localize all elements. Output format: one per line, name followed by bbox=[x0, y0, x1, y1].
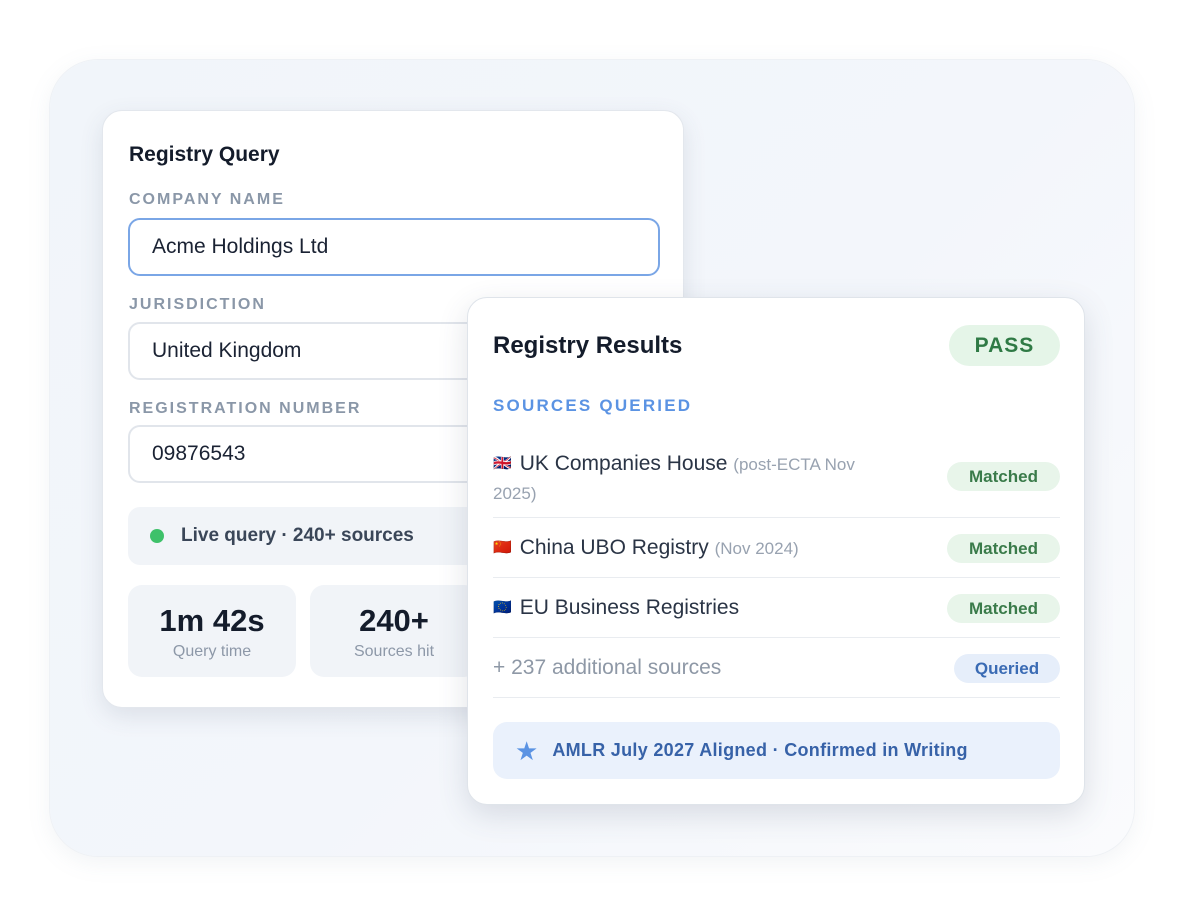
source-name: 🇨🇳 China UBO Registry (Nov 2024) bbox=[493, 536, 799, 559]
queried-badge: Queried bbox=[954, 654, 1060, 683]
stat-query-time: 1m 42s Query time bbox=[128, 585, 296, 677]
registry-results-card: Registry Results PASS SOURCES QUERIED 🇬🇧… bbox=[467, 297, 1085, 805]
live-status-text: Live query · 240+ sources bbox=[181, 525, 414, 546]
stat-value: 1m 42s bbox=[159, 603, 265, 638]
jurisdiction-label: JURISDICTION bbox=[129, 296, 266, 313]
registration-number-label: REGISTRATION NUMBER bbox=[129, 400, 362, 417]
matched-badge: Matched bbox=[947, 462, 1060, 491]
sources-heading: SOURCES QUERIED bbox=[493, 396, 693, 415]
star-icon: ★ bbox=[515, 735, 539, 766]
china-flag-icon: 🇨🇳 bbox=[493, 539, 512, 556]
source-name: 🇪🇺 EU Business Registries bbox=[493, 596, 740, 619]
source-name: 🇬🇧 UK Companies House (post-ECTA Nov 2025) bbox=[493, 452, 855, 503]
stat-label: Query time bbox=[172, 643, 252, 660]
uk-flag-icon: 🇬🇧 bbox=[493, 455, 512, 472]
stat-sources-hit: 240+ Sources hit bbox=[310, 585, 478, 677]
company-name-label: COMPANY NAME bbox=[129, 191, 285, 208]
results-title: Registry Results bbox=[493, 332, 683, 359]
stat-value: 240+ bbox=[359, 603, 429, 638]
query-title: Registry Query bbox=[129, 143, 280, 166]
source-name: + 237 additional sources bbox=[493, 656, 722, 679]
source-row: + 237 additional sources Queried bbox=[493, 638, 1060, 698]
matched-badge: Matched bbox=[947, 534, 1060, 563]
source-row: 🇬🇧 UK Companies House (post-ECTA Nov 2025)… bbox=[493, 440, 1060, 518]
status-badge: PASS bbox=[949, 325, 1060, 366]
stat-label: Sources hit bbox=[353, 643, 435, 660]
source-row: 🇨🇳 China UBO Registry (Nov 2024) Matched bbox=[493, 518, 1060, 578]
live-status-dot-icon bbox=[150, 529, 164, 543]
eu-flag-icon: 🇪🇺 bbox=[493, 599, 512, 616]
compliance-banner: ★ AMLR July 2027 Aligned · Confirmed in … bbox=[493, 722, 1060, 779]
matched-badge: Matched bbox=[947, 594, 1060, 623]
compliance-text: AMLR July 2027 Aligned · Confirmed in Wr… bbox=[552, 740, 968, 760]
company-name-input[interactable]: Acme Holdings Ltd bbox=[128, 218, 660, 276]
source-row: 🇪🇺 EU Business Registries Matched bbox=[493, 578, 1060, 638]
